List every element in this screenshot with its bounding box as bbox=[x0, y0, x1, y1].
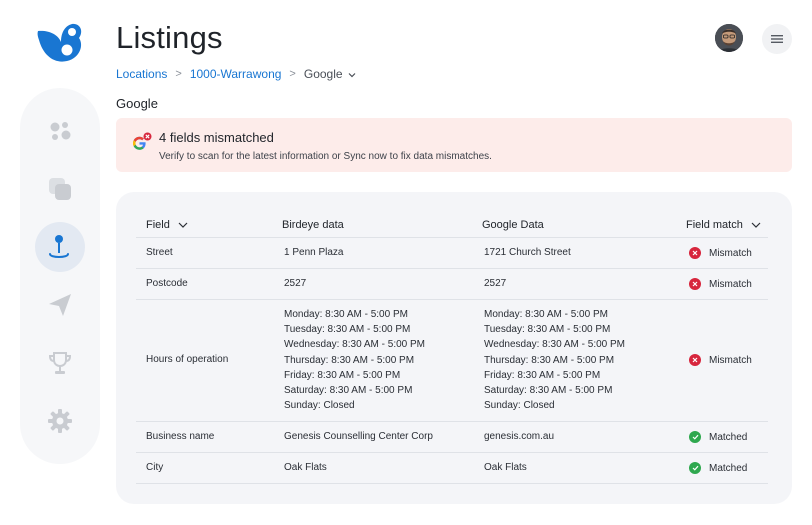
trophy-icon bbox=[46, 349, 74, 377]
send-icon bbox=[46, 291, 74, 319]
sidebar-item-campaigns[interactable] bbox=[35, 280, 85, 330]
hours-line: Sunday: Closed bbox=[484, 400, 555, 412]
sidebar-item-dashboard[interactable] bbox=[35, 106, 85, 156]
chevron-down-icon[interactable] bbox=[751, 219, 761, 231]
column-header-birdeye: Birdeye data bbox=[282, 219, 344, 231]
field-name: Business name bbox=[146, 431, 215, 442]
birdeye-value: Genesis Counselling Center Corp bbox=[284, 431, 433, 442]
birdeye-value: 1 Penn Plaza bbox=[284, 247, 344, 258]
field-name: Hours of operation bbox=[146, 354, 229, 365]
birdeye-logo-icon[interactable] bbox=[34, 18, 84, 68]
column-header-field-match[interactable]: Field match bbox=[686, 219, 761, 231]
breadcrumb-separator: > bbox=[289, 68, 296, 80]
hours-line: Wednesday: 8:30 AM - 5:00 PM bbox=[484, 339, 626, 351]
alert-message: Verify to scan for the latest informatio… bbox=[159, 151, 492, 162]
gear-icon bbox=[47, 408, 73, 434]
field-name: Street bbox=[146, 247, 173, 258]
mismatch-alert: 4 fields mismatched Verify to scan for t… bbox=[116, 118, 792, 172]
hours-line: Saturday: 8:30 AM - 5:00 PM bbox=[484, 385, 613, 397]
birdeye-value: Oak Flats bbox=[284, 462, 327, 473]
google-value: 1721 Church Street bbox=[484, 247, 571, 258]
hours-line: Friday: 8:30 AM - 5:00 PM bbox=[284, 369, 401, 381]
chevron-down-icon[interactable] bbox=[348, 67, 356, 81]
field-name: Postcode bbox=[146, 278, 188, 289]
column-header-label: Birdeye data bbox=[282, 219, 344, 231]
error-icon bbox=[689, 247, 701, 259]
sidebar-item-stack[interactable] bbox=[35, 164, 85, 214]
table-row: Street 1 Penn Plaza 1721 Church Street M… bbox=[136, 238, 768, 269]
google-error-icon bbox=[130, 132, 152, 154]
status-text: Mismatch bbox=[709, 278, 752, 290]
table-header: Field Birdeye data Google Data Field mat… bbox=[136, 212, 768, 238]
column-header-label: Field bbox=[146, 219, 170, 231]
stack-icon bbox=[46, 175, 74, 203]
status-text: Mismatch bbox=[709, 354, 752, 366]
table-row: Postcode 2527 2527 Mismatch bbox=[136, 269, 768, 300]
sidebar-item-settings[interactable] bbox=[35, 396, 85, 446]
sidebar-item-competitors[interactable] bbox=[35, 338, 85, 388]
hours-line: Tuesday: 8:30 AM - 5:00 PM bbox=[284, 324, 411, 336]
hours-line: Monday: 8:30 AM - 5:00 PM bbox=[484, 309, 608, 320]
hours-line: Sunday: Closed bbox=[284, 400, 355, 412]
field-name: City bbox=[146, 462, 164, 473]
column-header-google: Google Data bbox=[482, 219, 544, 231]
google-hours-list: Monday: 8:30 AM - 5:00 PM Tuesday: 8:30 … bbox=[484, 307, 625, 413]
check-icon bbox=[689, 431, 701, 443]
breadcrumb-location[interactable]: 1000-Warrawong bbox=[190, 67, 282, 81]
field-comparison-table: Field Birdeye data Google Data Field mat… bbox=[116, 192, 792, 504]
status-badge: Matched bbox=[689, 462, 747, 474]
page-title: Listings bbox=[116, 20, 223, 55]
status-text: Matched bbox=[709, 431, 748, 443]
google-value: 2527 bbox=[484, 278, 507, 289]
error-icon bbox=[689, 278, 701, 290]
section-label: Google bbox=[116, 96, 158, 111]
table-row: Business name Genesis Counselling Center… bbox=[136, 422, 768, 453]
hours-line: Saturday: 8:30 AM - 5:00 PM bbox=[284, 385, 413, 397]
google-value: genesis.com.au bbox=[484, 431, 555, 442]
hours-line: Thursday: 8:30 AM - 5:00 PM bbox=[284, 354, 415, 366]
alert-title: 4 fields mismatched bbox=[159, 130, 274, 145]
chevron-down-icon[interactable] bbox=[178, 219, 188, 231]
hamburger-menu-icon[interactable] bbox=[762, 24, 792, 54]
dashboard-icon bbox=[46, 117, 74, 145]
status-badge: Mismatch bbox=[689, 278, 752, 290]
google-value: Oak Flats bbox=[484, 462, 527, 473]
table-row: City Oak Flats Oak Flats Matched bbox=[136, 453, 768, 484]
breadcrumb-current-dropdown[interactable]: Google bbox=[304, 67, 343, 81]
hours-line: Thursday: 8:30 AM - 5:00 PM bbox=[484, 354, 615, 366]
status-badge: Mismatch bbox=[689, 354, 752, 366]
hours-line: Monday: 8:30 AM - 5:00 PM bbox=[284, 309, 408, 320]
birdeye-hours-list: Monday: 8:30 AM - 5:00 PM Tuesday: 8:30 … bbox=[284, 307, 425, 413]
table-row: Hours of operation Monday: 8:30 AM - 5:0… bbox=[136, 300, 768, 422]
status-badge: Matched bbox=[689, 431, 747, 443]
sidebar-nav bbox=[20, 88, 100, 464]
status-text: Mismatch bbox=[709, 247, 752, 259]
sidebar-item-listings[interactable] bbox=[35, 222, 85, 272]
hours-line: Wednesday: 8:30 AM - 5:00 PM bbox=[284, 339, 426, 351]
birdeye-value: 2527 bbox=[284, 278, 307, 289]
breadcrumb: Locations > 1000-Warrawong > Google bbox=[116, 67, 356, 81]
check-icon bbox=[689, 462, 701, 474]
status-text: Matched bbox=[709, 462, 748, 474]
column-header-label: Google Data bbox=[482, 219, 544, 231]
error-icon bbox=[689, 354, 701, 366]
column-header-label: Field match bbox=[686, 219, 743, 231]
user-avatar[interactable] bbox=[715, 24, 743, 52]
column-header-field[interactable]: Field bbox=[146, 219, 188, 231]
hours-line: Friday: 8:30 AM - 5:00 PM bbox=[484, 369, 601, 381]
breadcrumb-separator: > bbox=[175, 68, 182, 80]
breadcrumb-locations[interactable]: Locations bbox=[116, 67, 167, 81]
location-pin-icon bbox=[46, 232, 74, 262]
hours-line: Tuesday: 8:30 AM - 5:00 PM bbox=[484, 324, 611, 336]
status-badge: Mismatch bbox=[689, 247, 752, 259]
listings-page: Listings Locations > 1000-Warrawong > Go… bbox=[0, 0, 812, 525]
